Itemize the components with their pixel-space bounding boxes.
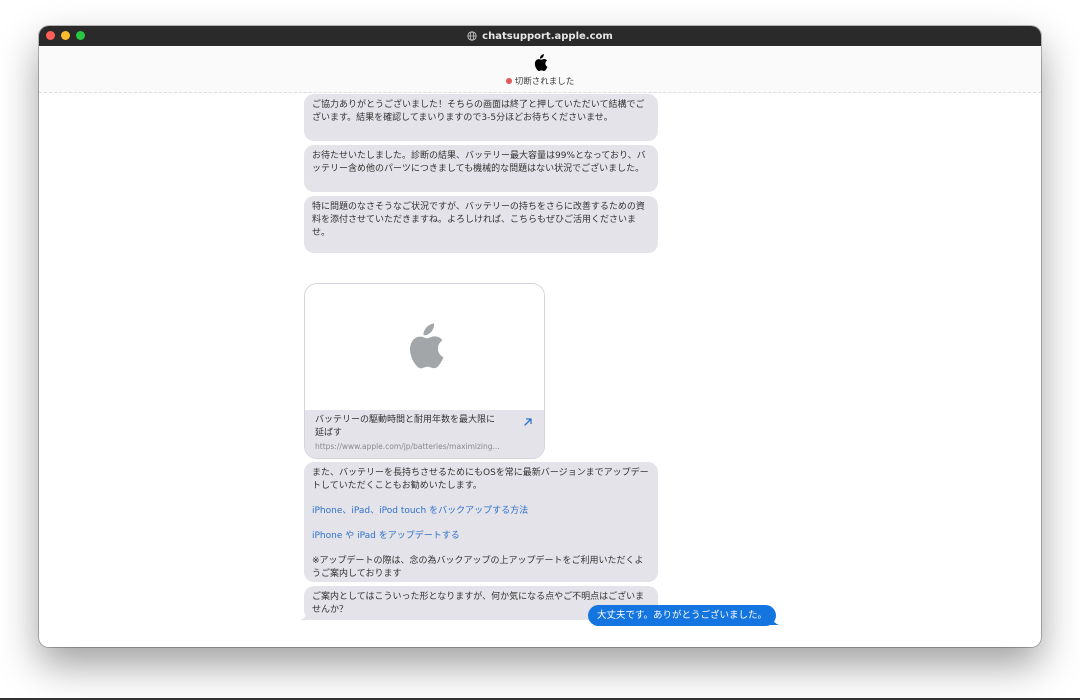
external-link-arrow-icon[interactable] [522,416,534,428]
status-dot [505,78,512,84]
agent-message: ご協力ありがとうございました！そちらの画面は終了と押していただいて結構でございま… [304,94,658,141]
message-text: ご協力ありがとうございました！そちらの画面は終了と押していただいて結構でございま… [312,100,645,123]
fullscreen-window-button[interactable] [76,31,85,40]
message-text: お待たせいたしました。診断の結果、バッテリー最大容量は99%となっており、バッテ… [312,151,646,174]
status-text: 切断されました [514,77,575,87]
message-text: 特に問題のなさそうなご状況ですが、バッテリーの持ちをさらに改善するための資料を添… [312,202,645,238]
connection-status: 切断されました [505,75,575,87]
chat-header: 切断されました [39,46,1041,93]
url-text: chatsupport.apple.com [482,30,613,42]
user-message-text: 大丈夫です。ありがとうございました。 [597,610,768,621]
browser-window: chatsupport.apple.com 切断されました ご協力ありがとうござ… [39,26,1041,647]
apple-logo-icon [534,54,547,72]
message-text: また、バッテリーを長持ちさせるためにもOSを常に最新バージョンまでアップデートし… [312,468,649,491]
backup-guide-link[interactable]: iPhone、iPad、iPod touch をバックアップする方法 [312,505,650,518]
bubble-tail [300,610,310,620]
agent-message: お待たせいたしました。診断の結果、バッテリー最大容量は99%となっており、バッテ… [304,145,658,192]
agent-message: 特に問題のなさそうなご状況ですが、バッテリーの持ちをさらに改善するための資料を添… [304,196,658,253]
bubble-tail [769,615,779,625]
minimize-window-button[interactable] [61,31,70,40]
link-preview-card[interactable]: バッテリーの駆動時間と耐用年数を最大限に延ばす https://www.appl… [304,283,545,459]
chat-transcript[interactable]: ご協力ありがとうございました！そちらの画面は終了と押していただいて結構でございま… [39,94,1041,647]
apple-logo-icon [409,323,443,369]
close-window-button[interactable] [46,31,55,40]
update-guide-link[interactable]: iPhone や iPad をアップデートする [312,530,650,543]
title-bar: chatsupport.apple.com [39,26,1041,46]
globe-icon [467,31,477,41]
link-preview-url: https://www.apple.com/jp/batteries/maxim… [315,442,500,451]
message-note: ※アップデートの際は、念の為バックアップの上アップデートをご利用いただくようご案… [312,556,644,579]
window-controls [46,31,85,40]
address-bar[interactable]: chatsupport.apple.com [467,31,613,42]
agent-message: また、バッテリーを長持ちさせるためにもOSを常に最新バージョンまでアップデートし… [304,462,658,582]
link-preview-title: バッテリーの駆動時間と耐用年数を最大限に延ばす [315,415,496,438]
user-message: 大丈夫です。ありがとうございました。 [588,605,777,626]
link-preview-footer: バッテリーの駆動時間と耐用年数を最大限に延ばす https://www.appl… [305,410,544,458]
link-preview-image [305,284,544,410]
